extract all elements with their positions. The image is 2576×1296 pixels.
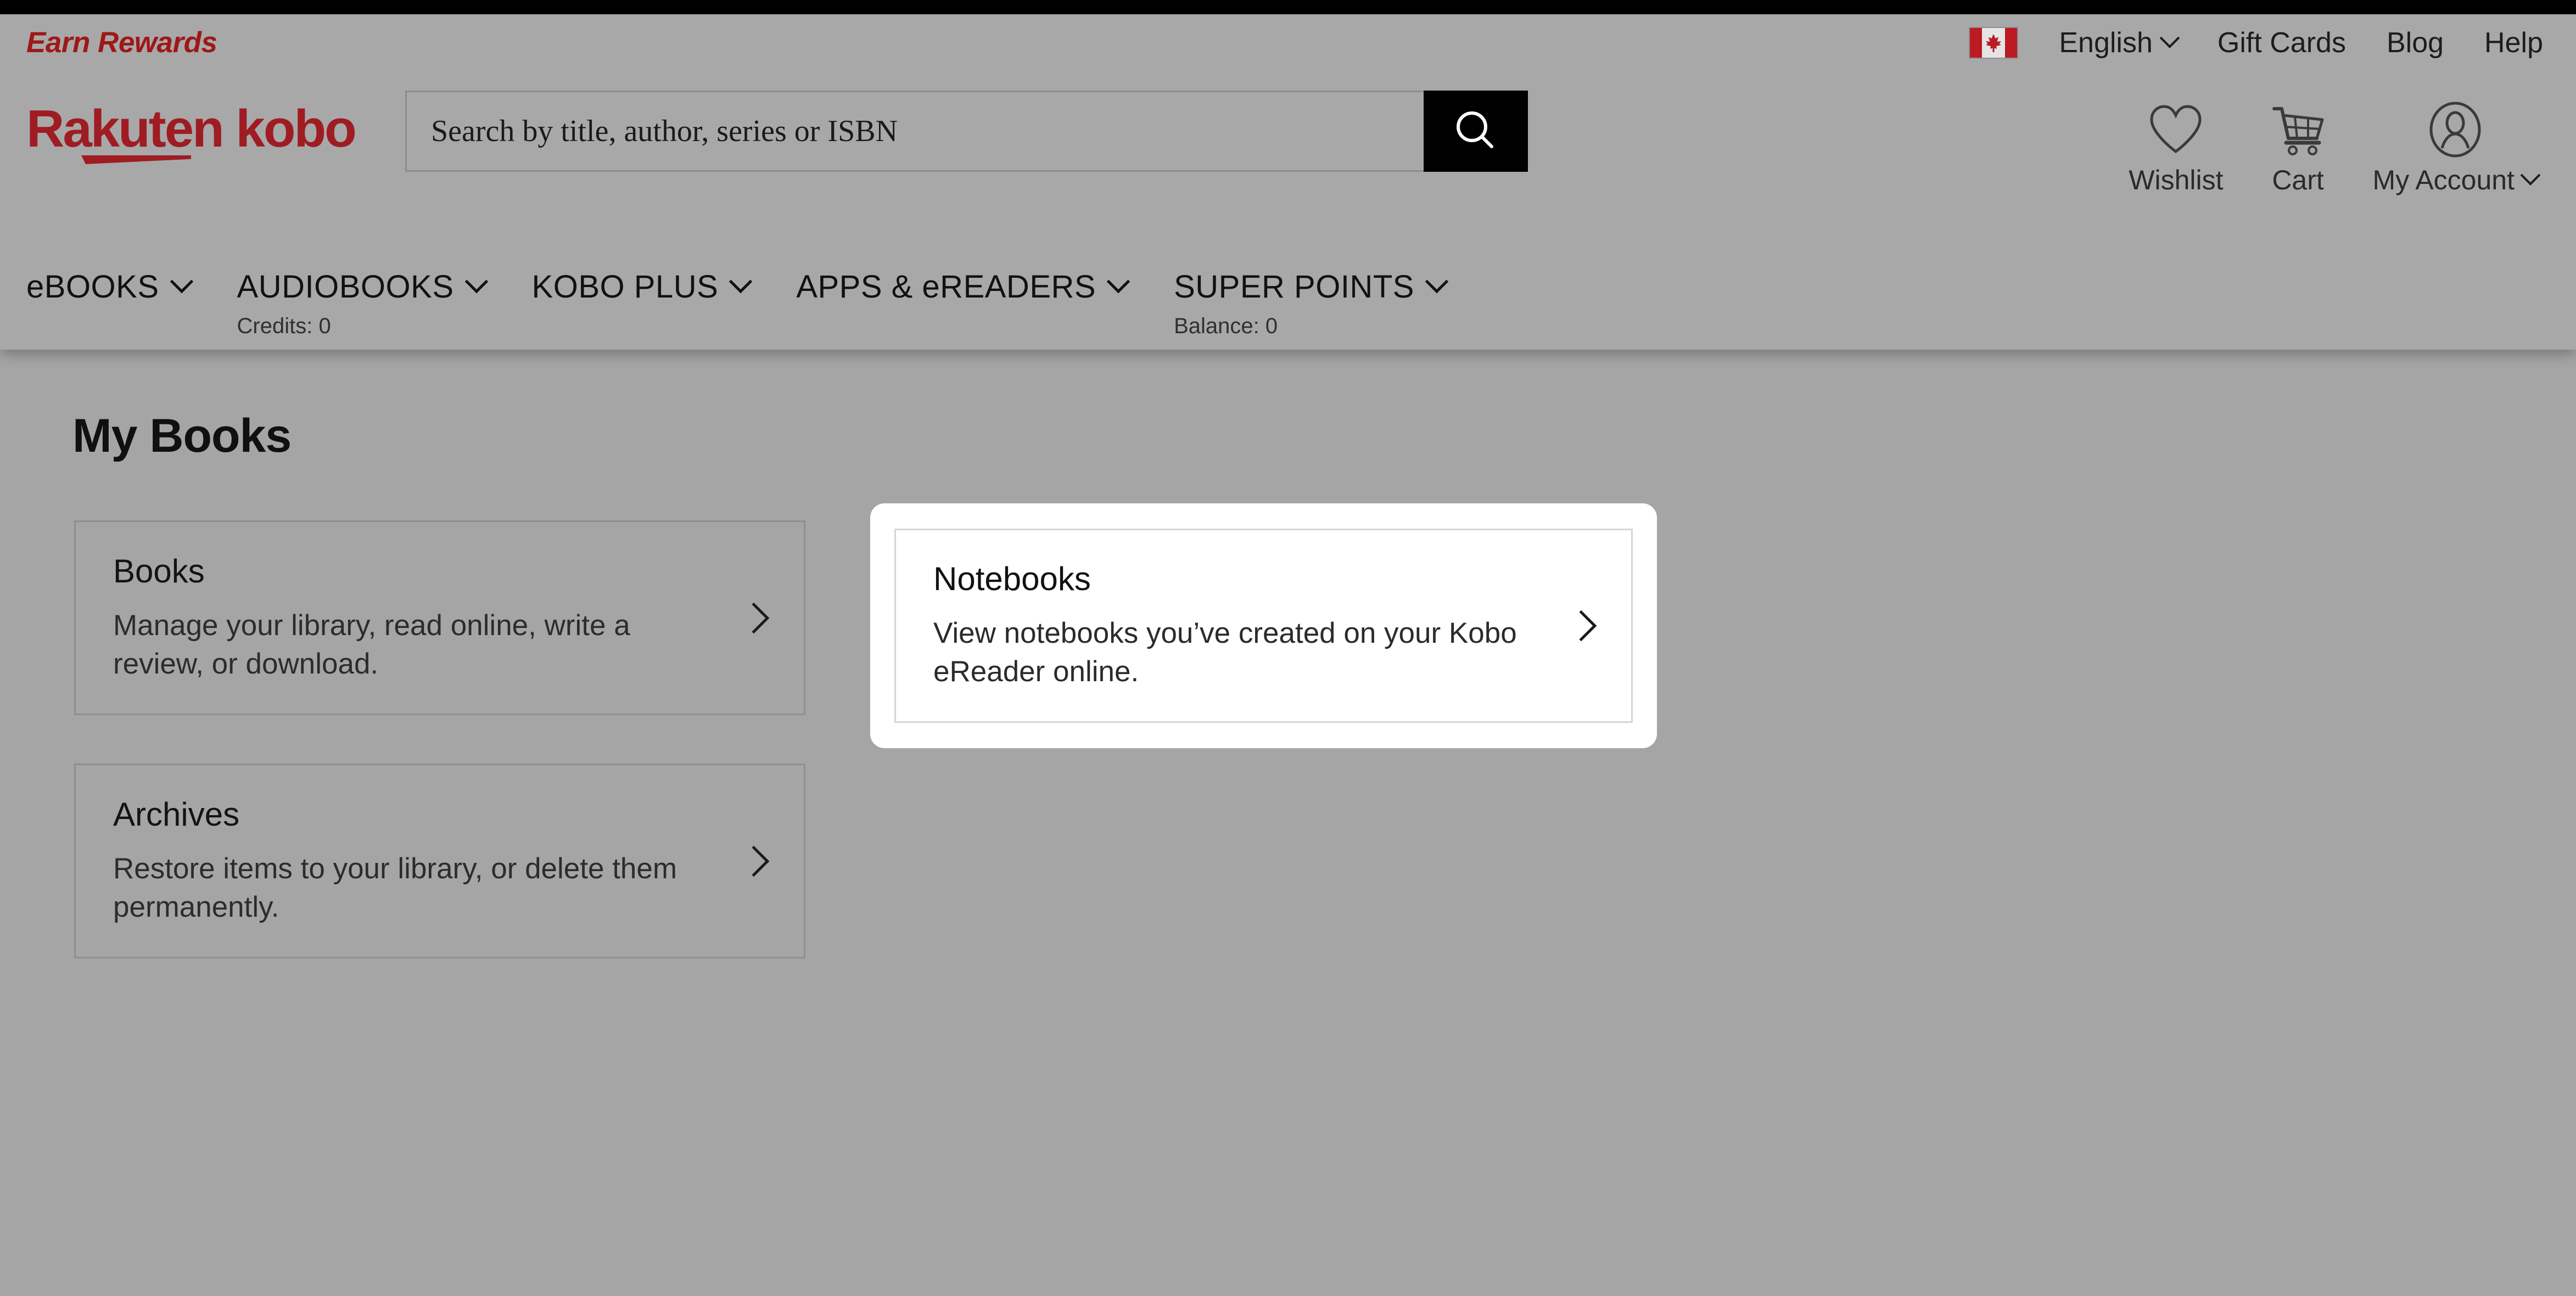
chevron-down-icon [1425, 270, 1449, 293]
nav-item-apps-ereaders-label: APPS & eREADERS [796, 269, 1096, 305]
chevron-down-icon [464, 270, 488, 293]
nav-item-super-points-top: SUPER POINTS [1174, 268, 1449, 305]
blog-link[interactable]: Blog [2387, 26, 2444, 59]
language-label: English [2059, 26, 2153, 59]
main-navigation: eBOOKS AUDIOBOOKS Credits: 0 KOBO PLUS A… [0, 252, 2576, 350]
chevron-right-icon [1565, 610, 1597, 642]
audiobook-credits-label: Credits: 0 [237, 314, 331, 338]
nav-item-audiobooks-top: AUDIOBOOKS [237, 268, 488, 305]
language-selector[interactable]: English [2059, 26, 2180, 59]
books-card-description: Manage your library, read online, write … [113, 609, 630, 680]
notebooks-card-title: Notebooks [933, 560, 1091, 597]
chevron-down-icon [2520, 165, 2541, 186]
user-circle-icon [2427, 99, 2484, 160]
utility-bar: Earn Rewards English Gift Cards Blog Hel… [0, 14, 2576, 71]
notebooks-card-description: View notebooks you’ve created on your Ko… [933, 617, 1517, 688]
archives-card-body: Archives Restore items to your library, … [113, 795, 735, 927]
chevron-down-icon [2159, 27, 2180, 48]
nav-item-audiobooks-label: AUDIOBOOKS [237, 269, 454, 305]
wishlist-button[interactable]: Wishlist [2129, 99, 2224, 196]
chevron-right-icon [738, 602, 770, 633]
my-account-label: My Account [2372, 164, 2541, 196]
nav-item-apps-ereaders[interactable]: APPS & eREADERS [796, 268, 1130, 305]
chevron-down-icon [1106, 270, 1130, 293]
canada-flag-icon[interactable] [1969, 26, 2019, 59]
logo-text: Rakuten kobo [26, 99, 357, 158]
heart-icon [2147, 99, 2204, 160]
nav-item-kobo-plus[interactable]: KOBO PLUS [531, 268, 753, 305]
cart-label: Cart [2272, 165, 2324, 195]
books-card-title: Books [113, 552, 205, 590]
chevron-down-icon [170, 270, 193, 293]
nav-item-ebooks-top: eBOOKS [26, 268, 193, 305]
page-body: My Books Books Manage your library, read… [0, 350, 2576, 1204]
search-icon [1452, 107, 1499, 156]
search-input[interactable] [405, 91, 1424, 172]
brand-search-row: Rakuten kobo Wi [0, 71, 2576, 252]
chevron-down-icon [729, 270, 753, 293]
nav-item-ebooks[interactable]: eBOOKS [26, 268, 193, 305]
nav-item-ebooks-label: eBOOKS [26, 269, 159, 305]
books-card[interactable]: Books Manage your library, read online, … [74, 520, 805, 715]
super-points-balance-label: Balance: 0 [1174, 314, 1278, 338]
chevron-right-icon [738, 845, 770, 877]
gift-cards-link[interactable]: Gift Cards [2217, 26, 2346, 59]
nav-item-apps-ereaders-top: APPS & eREADERS [796, 268, 1130, 305]
wishlist-label: Wishlist [2129, 165, 2224, 195]
books-card-body: Books Manage your library, read online, … [113, 552, 735, 684]
notebooks-card-highlight: Notebooks View notebooks you’ve created … [870, 503, 1657, 748]
notebooks-card-arrow [1562, 610, 1600, 642]
cards-right-column: Notebooks View notebooks you’ve created … [870, 503, 1657, 748]
cart-icon [2270, 99, 2327, 160]
archives-card-description: Restore items to your library, or delete… [113, 852, 677, 923]
cart-button[interactable]: Cart [2270, 99, 2327, 196]
logo-swoosh-icon [81, 155, 191, 164]
page-title: My Books [72, 409, 292, 462]
nav-item-audiobooks[interactable]: AUDIOBOOKS Credits: 0 [237, 268, 488, 339]
archives-card-arrow [735, 845, 773, 877]
notebooks-card-body: Notebooks View notebooks you’ve created … [933, 560, 1562, 692]
cards-spacer [74, 715, 805, 764]
browser-top-strip [0, 0, 2576, 14]
my-account-button[interactable]: My Account [2372, 99, 2541, 196]
site-header: Earn Rewards English Gift Cards Blog Hel… [0, 14, 2576, 350]
header-actions: Wishlist Cart My Account [2129, 99, 2543, 196]
my-account-text: My Account [2372, 165, 2515, 195]
earn-rewards-link[interactable]: Earn Rewards [26, 26, 217, 59]
cards-left-column: Books Manage your library, read online, … [74, 520, 805, 958]
nav-item-super-points[interactable]: SUPER POINTS Balance: 0 [1174, 268, 1449, 339]
nav-item-kobo-plus-top: KOBO PLUS [531, 268, 753, 305]
search-submit-button[interactable] [1424, 91, 1528, 172]
search-bar [405, 91, 1528, 172]
archives-card-title: Archives [113, 795, 240, 833]
books-card-arrow [735, 602, 773, 633]
nav-item-kobo-plus-label: KOBO PLUS [531, 269, 719, 305]
utility-bar-right: English Gift Cards Blog Help [1969, 26, 2543, 59]
nav-item-super-points-label: SUPER POINTS [1174, 269, 1414, 305]
notebooks-card[interactable]: Notebooks View notebooks you’ve created … [894, 529, 1633, 723]
archives-card[interactable]: Archives Restore items to your library, … [74, 764, 805, 958]
help-link[interactable]: Help [2484, 26, 2543, 59]
rakuten-kobo-logo[interactable]: Rakuten kobo [26, 103, 405, 164]
